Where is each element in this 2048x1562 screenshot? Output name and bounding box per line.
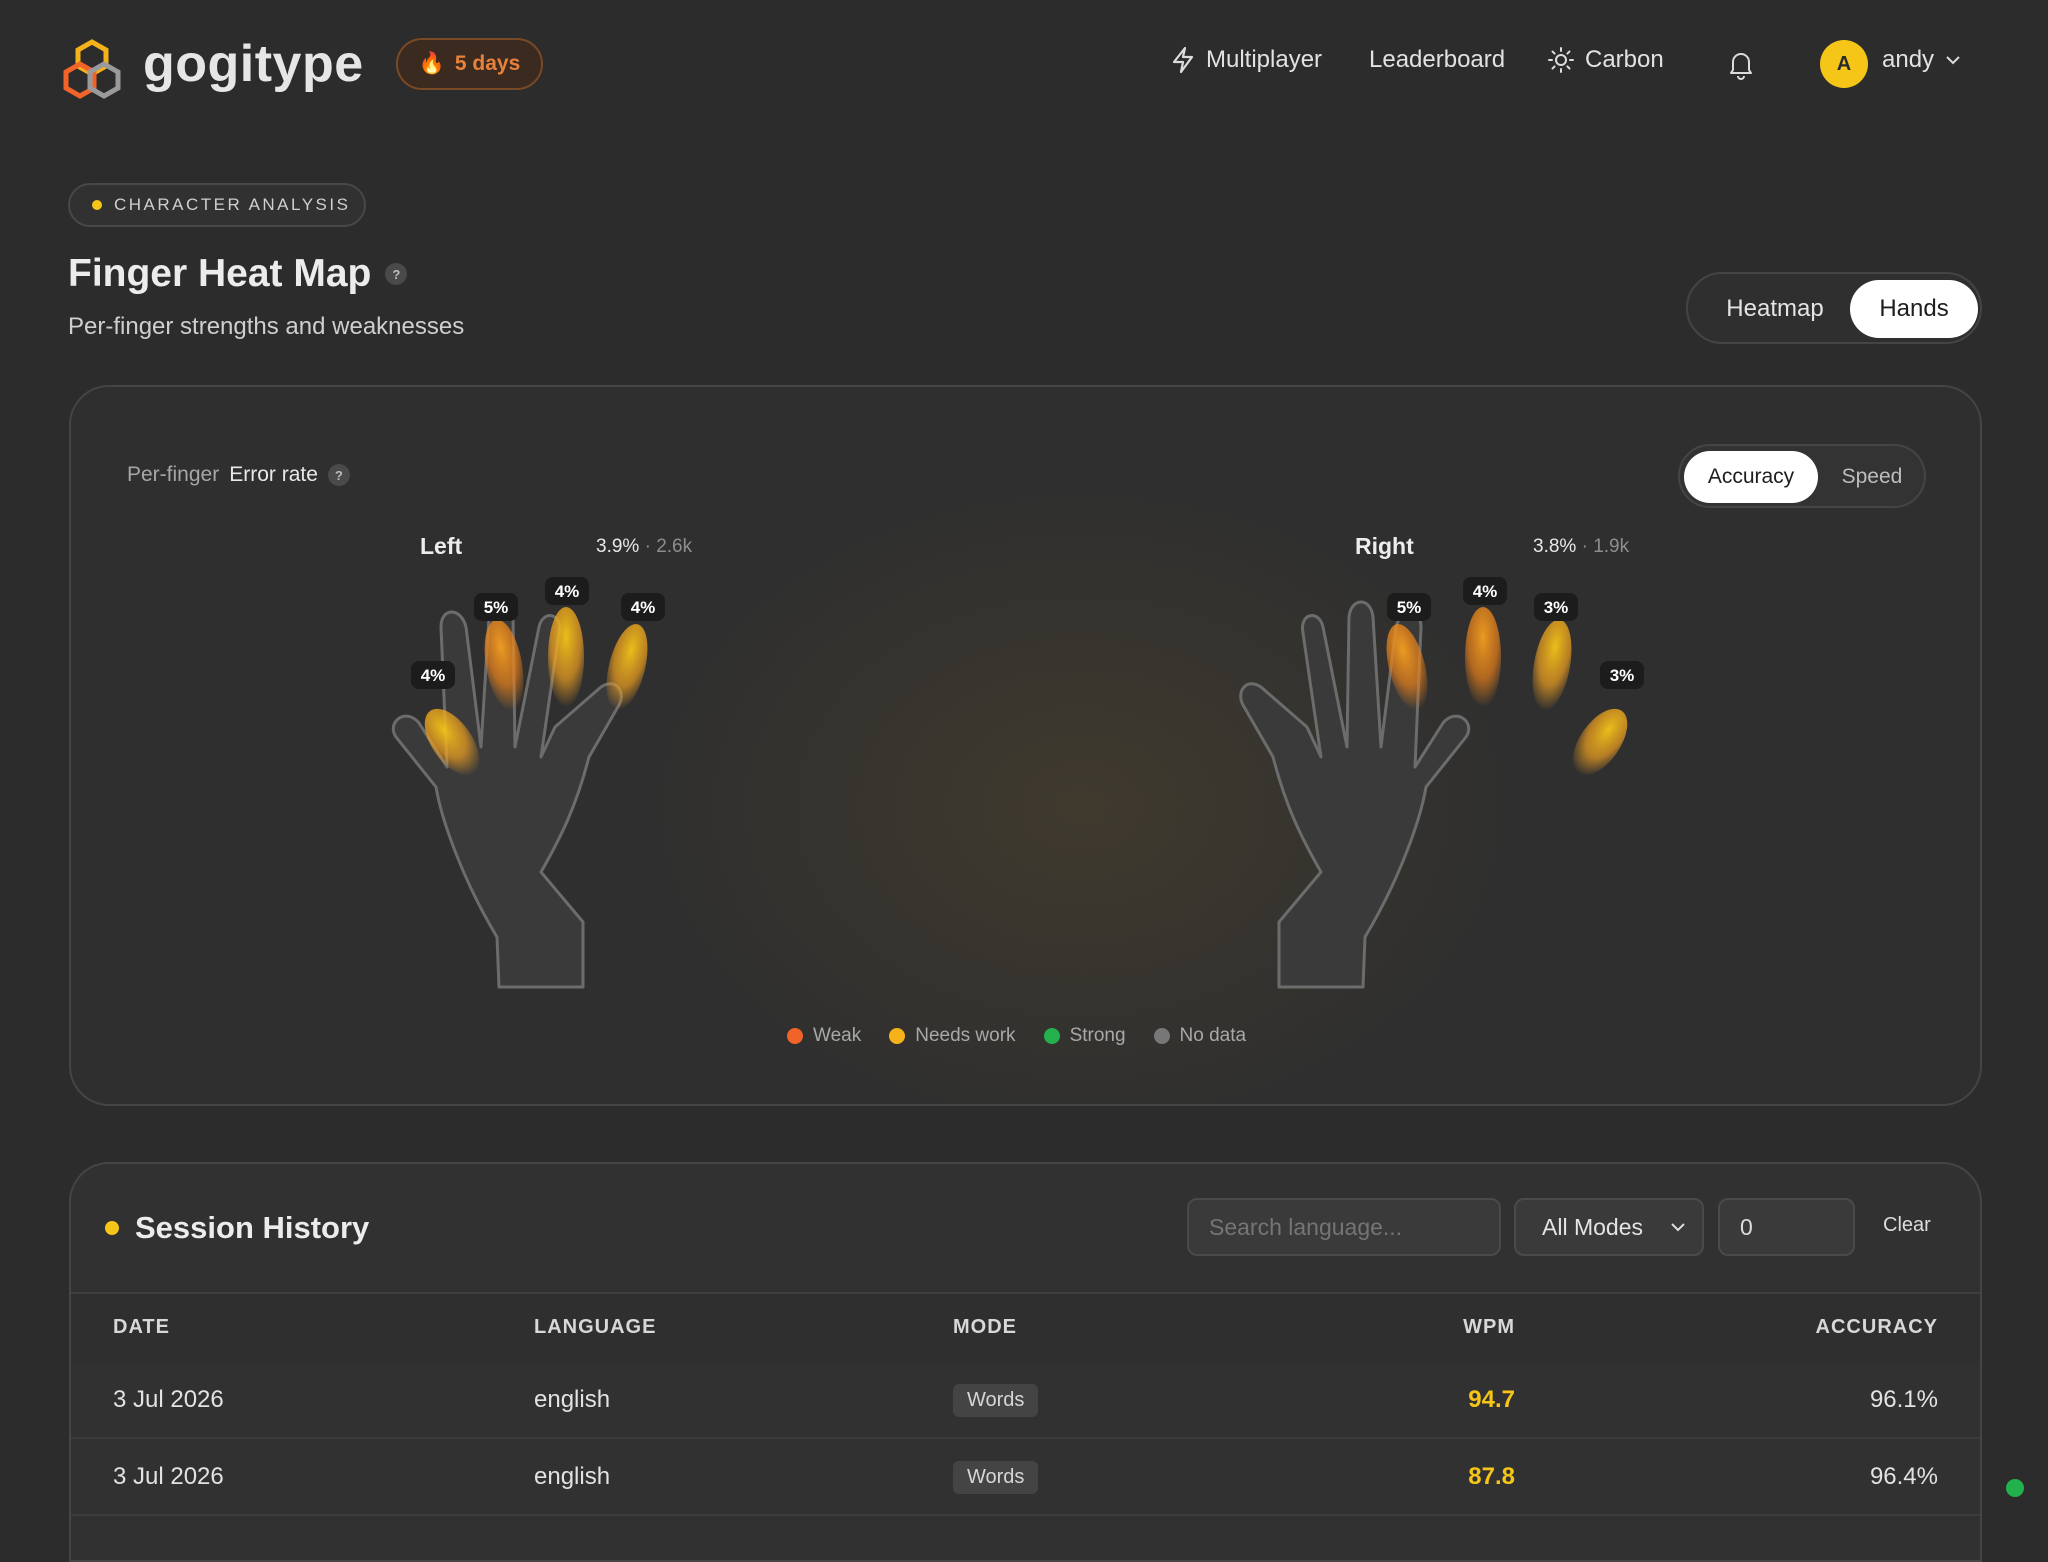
right-middle-heat [1465, 607, 1501, 707]
col-language[interactable]: LANGUAGE [534, 1316, 656, 1339]
left-middle-label: 4% [555, 582, 580, 601]
cell-language: english [534, 1386, 611, 1413]
cell-date: 3 Jul 2026 [113, 1463, 224, 1490]
logo-icon[interactable] [56, 36, 128, 108]
table-header: DATE LANGUAGE MODE WPM ACCURACY [71, 1292, 1980, 1362]
flame-icon: 🔥 [418, 52, 445, 75]
cell-accuracy: 96.4% [1869, 1463, 1938, 1490]
legend-swatch [787, 1028, 803, 1044]
chevron-down-icon [1946, 56, 1960, 65]
top-bar: gogitype 🔥 5 days Multiplayer Leaderboar… [0, 0, 2048, 128]
bolt-icon [1172, 46, 1194, 74]
nav-multiplayer[interactable]: Multiplayer [1170, 46, 1322, 74]
finger-heatmap-card: Per-finger Error rate ? Accuracy Speed L… [69, 385, 1982, 1106]
help-icon[interactable]: ? [385, 263, 408, 285]
right-pinky-label: 3% [1610, 666, 1635, 685]
col-wpm[interactable]: WPM [1463, 1316, 1515, 1339]
right-middle-label: 4% [1473, 582, 1498, 601]
tab-heatmap[interactable]: Heatmap [1696, 280, 1854, 338]
view-toggle: Heatmap Hands [1686, 272, 1982, 344]
table-row[interactable]: 3 Jul 2026 english Words 94.7 96.1% [71, 1362, 1980, 1439]
legend-weak: Weak [787, 1025, 861, 1047]
connection-status-dot [2006, 1479, 2024, 1497]
cell-language: english [534, 1463, 611, 1490]
legend-needs-work: Needs work [889, 1025, 1016, 1047]
right-pinky-heat [1572, 708, 1628, 776]
streak-label: 5 days [454, 52, 521, 75]
legend: Weak Needs work Strong No data [787, 1025, 1246, 1047]
user-menu[interactable]: andy [1882, 46, 1962, 74]
section-tag: CHARACTER ANALYSIS [68, 183, 366, 227]
clear-button[interactable]: Clear [1883, 1214, 1931, 1237]
nav-carbon[interactable]: Carbon [1547, 46, 1664, 74]
legend-swatch [1043, 1028, 1060, 1044]
title-dot [105, 1221, 119, 1235]
right-hand [1239, 600, 1628, 989]
session-history-card: Session History All Modes Clear DATE LAN… [69, 1162, 1982, 1562]
hands-diagram: 4% 5% 4% 4% 5% 4% 3% 3% [392, 577, 1644, 989]
nav-leaderboard-label: Leaderboard [1369, 46, 1506, 73]
right-ring-label: 3% [1544, 598, 1569, 617]
number-input[interactable] [1718, 1198, 1855, 1256]
sun-icon [1548, 47, 1574, 73]
left-index-label: 4% [631, 598, 656, 617]
cell-accuracy: 96.1% [1869, 1386, 1938, 1413]
legend-label: Needs work [915, 1025, 1016, 1046]
col-accuracy[interactable]: ACCURACY [1816, 1316, 1938, 1339]
cell-wpm: 87.8 [1468, 1463, 1515, 1490]
session-history-title-text: Session History [135, 1210, 370, 1245]
page-title-text: Finger Heat Map [68, 252, 372, 295]
tab-hands[interactable]: Hands [1850, 280, 1978, 338]
left-middle-heat [548, 607, 584, 707]
legend-strong: Strong [1043, 1025, 1126, 1047]
mode-select-value: All Modes [1542, 1213, 1643, 1240]
left-hand [392, 600, 648, 989]
legend-no-data: No data [1153, 1025, 1247, 1047]
legend-label: Strong [1069, 1025, 1126, 1046]
legend-swatch [889, 1028, 906, 1044]
legend-swatch [1153, 1028, 1170, 1044]
cell-mode-badge: Words [953, 1384, 1039, 1417]
page-subtitle: Per-finger strengths and weaknesses [68, 313, 465, 340]
avatar[interactable]: A [1820, 40, 1868, 88]
nav-multiplayer-label: Multiplayer [1206, 46, 1323, 73]
search-input[interactable] [1187, 1198, 1501, 1256]
legend-label: Weak [813, 1025, 862, 1046]
tag-dot [92, 200, 102, 210]
username: andy [1882, 46, 1935, 73]
nav-leaderboard[interactable]: Leaderboard [1369, 46, 1505, 74]
cell-mode-badge: Words [953, 1461, 1039, 1494]
left-pinky-label: 4% [421, 666, 446, 685]
col-mode[interactable]: MODE [953, 1316, 1017, 1339]
cell-date: 3 Jul 2026 [113, 1386, 224, 1413]
cell-wpm: 94.7 [1468, 1386, 1515, 1413]
nav-carbon-label: Carbon [1585, 46, 1664, 73]
session-history-title: Session History [105, 1210, 369, 1246]
page-title: Finger Heat Map ? [68, 252, 408, 296]
left-ring-label: 5% [484, 598, 509, 617]
chevron-down-icon [1671, 1223, 1685, 1232]
section-tag-label: CHARACTER ANALYSIS [114, 195, 351, 214]
legend-label: No data [1179, 1025, 1247, 1046]
bell-icon[interactable] [1726, 48, 1756, 80]
col-date[interactable]: DATE [113, 1316, 170, 1339]
streak-badge: 🔥 5 days [396, 38, 543, 90]
table-row[interactable]: 3 Jul 2026 english Words 87.8 96.4% [71, 1439, 1980, 1516]
right-index-label: 5% [1397, 598, 1422, 617]
brand-name[interactable]: gogitype [143, 34, 364, 94]
mode-select[interactable]: All Modes [1514, 1198, 1704, 1256]
right-ring-heat [1532, 619, 1572, 711]
